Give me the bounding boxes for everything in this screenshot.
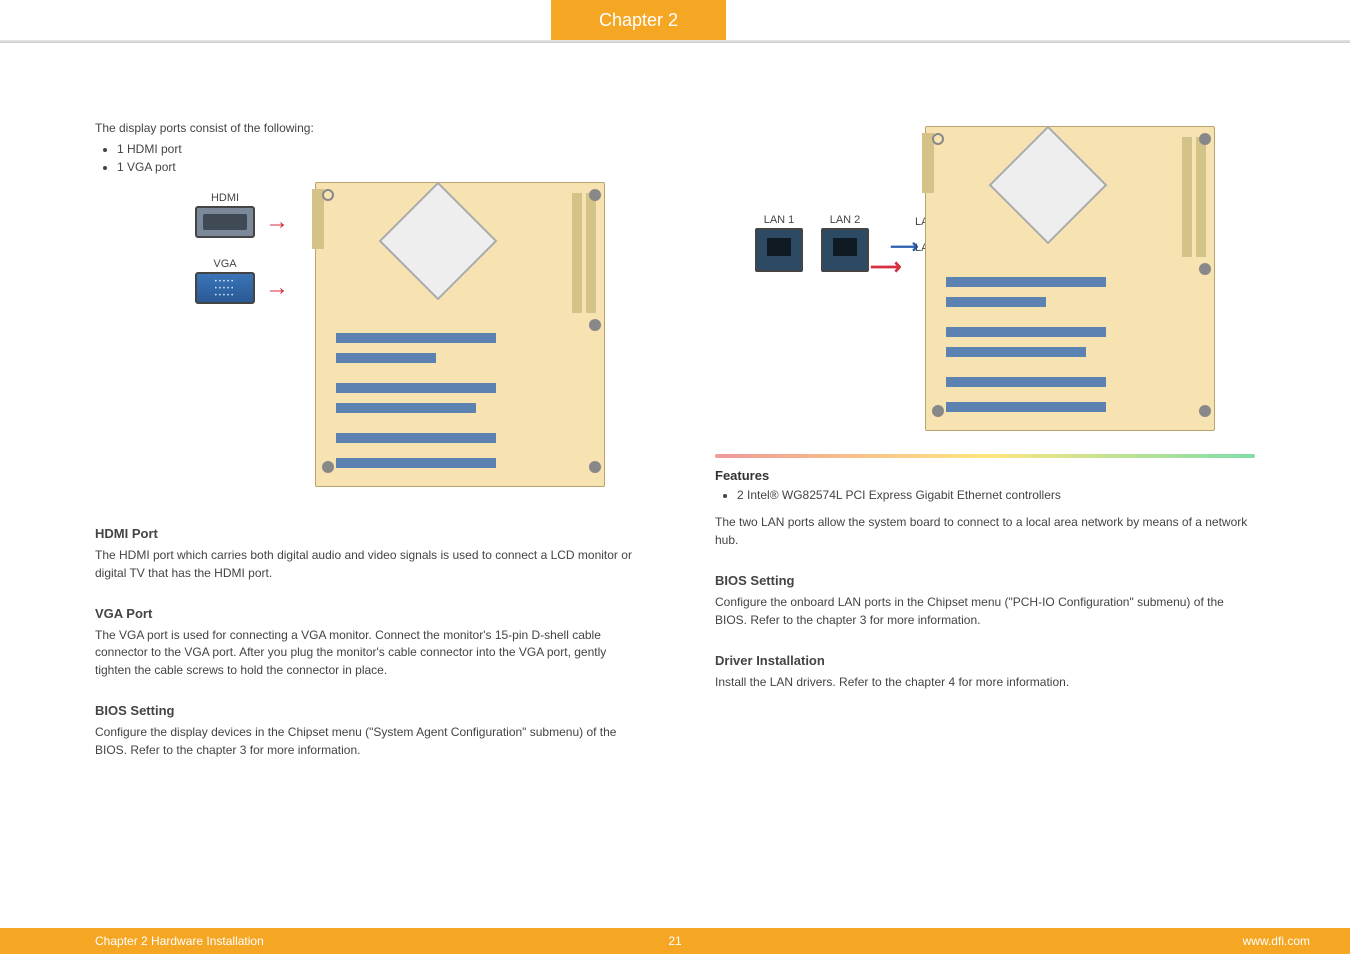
motherboard-diagram — [315, 182, 605, 487]
motherboard-diagram — [925, 126, 1215, 431]
hdmi-port-body: The HDMI port which carries both digital… — [95, 547, 635, 582]
port-item-vga: 1 VGA port — [117, 159, 635, 176]
right-diagram: LAN 1 LAN 2 ⟶ ⟶ LAN 1 LAN 2 — [715, 126, 1255, 436]
port-item-hdmi: 1 HDMI port — [117, 141, 635, 158]
page-number: 21 — [668, 934, 681, 948]
bios-heading-left: BIOS Setting — [95, 703, 635, 718]
gradient-divider — [715, 454, 1255, 458]
driver-body: Install the LAN drivers. Refer to the ch… — [715, 674, 1255, 691]
lan2-over-label: LAN 2 — [821, 214, 869, 226]
lan-callouts: LAN 1 LAN 2 — [755, 214, 877, 272]
page-body: The display ports consist of the followi… — [0, 60, 1350, 920]
hdmi-port-heading: HDMI Port — [95, 526, 635, 541]
chapter-tab: Chapter 2 — [551, 0, 726, 40]
lan2-connector-icon — [821, 228, 869, 272]
footer-left: Chapter 2 Hardware Installation — [95, 934, 264, 948]
arrow-icon: ⟶ — [870, 254, 902, 280]
vga-port-heading: VGA Port — [95, 606, 635, 621]
port-callouts: HDMI → VGA → — [195, 192, 293, 324]
footer-right: www.dfi.com — [1243, 934, 1310, 948]
vga-callout: VGA → — [195, 258, 293, 304]
vga-connector-icon — [195, 272, 255, 304]
hdmi-caption: HDMI — [195, 192, 255, 204]
hdmi-callout: HDMI → — [195, 192, 293, 238]
right-column: LAN 1 LAN 2 ⟶ ⟶ LAN 1 LAN 2 Feature — [675, 60, 1350, 920]
arrow-icon: → — [265, 208, 289, 236]
left-port-list: 1 HDMI port 1 VGA port — [117, 141, 635, 176]
bios-body-left: Configure the display devices in the Chi… — [95, 724, 635, 759]
bios-body-right: Configure the onboard LAN ports in the C… — [715, 594, 1255, 629]
lan-intro-body: The two LAN ports allow the system board… — [715, 514, 1255, 549]
left-intro: The display ports consist of the followi… — [95, 120, 635, 137]
features-heading: Features — [715, 468, 1255, 483]
vga-port-body: The VGA port is used for connecting a VG… — [95, 627, 635, 679]
features-list: 2 Intel® WG82574L PCI Express Gigabit Et… — [737, 487, 1255, 504]
bios-heading-right: BIOS Setting — [715, 573, 1255, 588]
lan1-over-label: LAN 1 — [755, 214, 803, 226]
feature-item: 2 Intel® WG82574L PCI Express Gigabit Et… — [737, 487, 1255, 504]
driver-heading: Driver Installation — [715, 653, 1255, 668]
header-divider — [0, 40, 1350, 43]
left-column: The display ports consist of the followi… — [0, 60, 675, 920]
hdmi-connector-icon — [195, 206, 255, 238]
vga-caption: VGA — [195, 258, 255, 270]
footer-bar: Chapter 2 Hardware Installation 21 www.d… — [0, 928, 1350, 954]
arrow-icon: → — [265, 274, 289, 302]
left-diagram: HDMI → VGA → — [95, 182, 635, 502]
lan1-connector-icon — [755, 228, 803, 272]
